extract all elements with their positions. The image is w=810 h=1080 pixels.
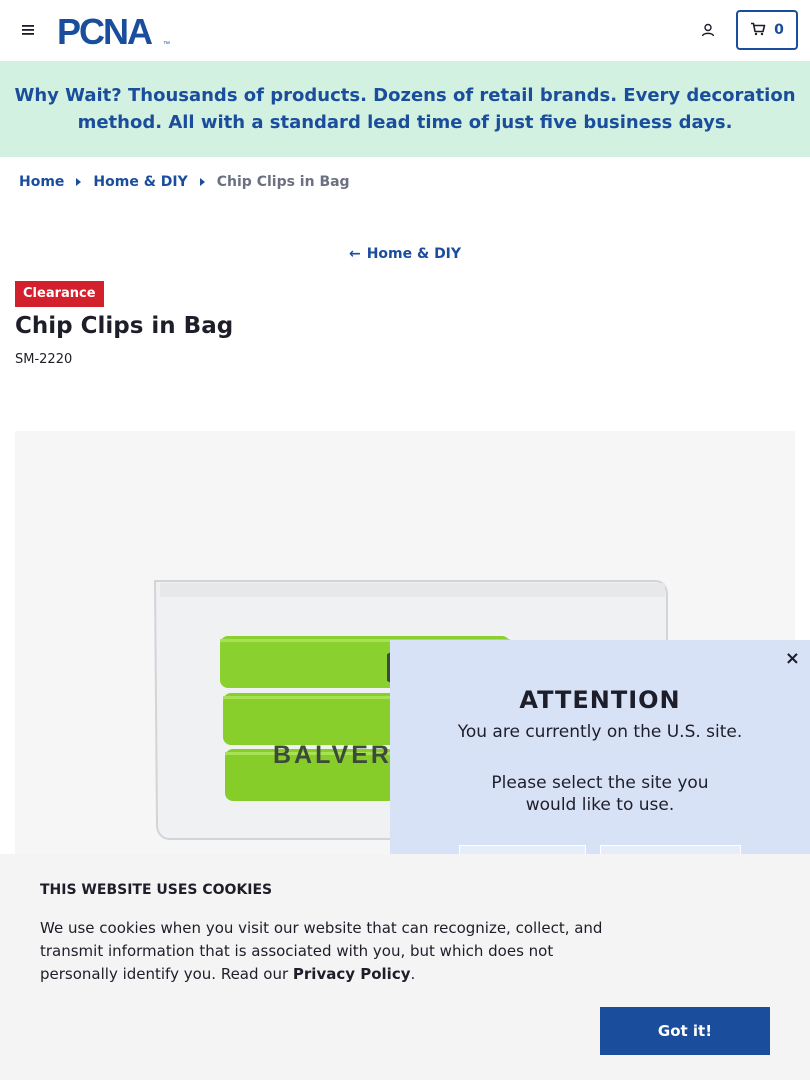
bag-imprint-text: BALVER xyxy=(273,741,392,769)
back-link-label: Home & DIY xyxy=(366,246,462,262)
clearance-badge: Clearance xyxy=(15,281,104,307)
cart-button[interactable]: 0 xyxy=(736,10,798,50)
cookie-text: We use cookies when you visit our websit… xyxy=(40,917,620,986)
arrow-left-icon: ← xyxy=(348,246,361,262)
cookie-period: . xyxy=(410,965,416,983)
modal-heading: ATTENTION xyxy=(519,686,681,714)
product-title: Chip Clips in Bag xyxy=(15,313,234,339)
breadcrumb-current: Chip Clips in Bag xyxy=(216,174,350,190)
site-header: PCNA ™ 0 xyxy=(0,0,810,61)
cart-count: 0 xyxy=(774,22,784,38)
promo-text: Why Wait? Thousands of products. Dozens … xyxy=(14,85,796,133)
accept-cookies-button[interactable]: Got it! xyxy=(600,1007,770,1055)
back-to-category-link[interactable]: ← Home & DIY xyxy=(0,246,810,262)
chevron-right-icon xyxy=(76,178,82,186)
close-icon[interactable]: × xyxy=(785,648,800,669)
cookie-banner: THIS WEBSITE USES COOKIES We use cookies… xyxy=(0,854,810,1080)
promo-banner: Why Wait? Thousands of products. Dozens … xyxy=(0,61,810,157)
breadcrumb-home-diy[interactable]: Home & DIY xyxy=(93,174,187,190)
breadcrumb-home[interactable]: Home xyxy=(19,174,64,190)
svg-text:™: ™ xyxy=(163,41,170,48)
pcna-logo[interactable]: PCNA ™ xyxy=(57,11,177,52)
chevron-right-icon xyxy=(199,178,205,186)
modal-current-site-text: You are currently on the U.S. site. xyxy=(457,722,743,742)
account-icon[interactable] xyxy=(696,18,720,42)
hamburger-menu-icon[interactable] xyxy=(16,18,40,42)
cart-icon xyxy=(750,21,766,40)
cookie-title: THIS WEBSITE USES COOKIES xyxy=(40,882,273,898)
breadcrumb: Home Home & DIY Chip Clips in Bag xyxy=(19,174,350,190)
product-sku: SM-2220 xyxy=(15,352,73,367)
svg-text:PCNA: PCNA xyxy=(57,14,153,48)
modal-instruction-text: Please select the site you would like to… xyxy=(491,773,709,815)
privacy-policy-link[interactable]: Privacy Policy xyxy=(293,965,411,983)
